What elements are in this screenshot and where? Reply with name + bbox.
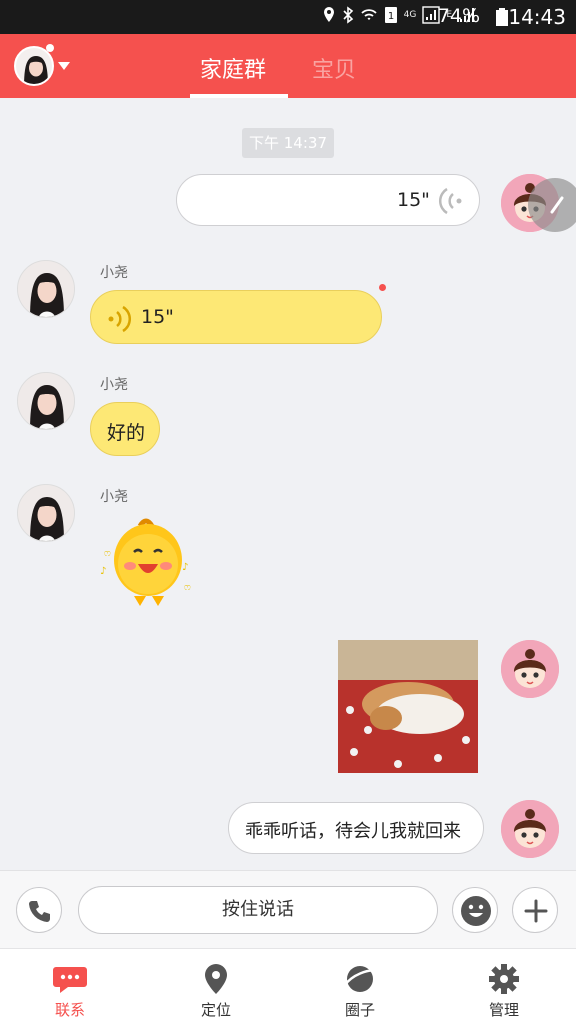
sender-name: 小尧 — [100, 265, 128, 281]
gear-icon — [489, 964, 519, 994]
plus-button[interactable] — [512, 887, 558, 933]
svg-text:ෆ: ෆ — [104, 548, 111, 559]
nav-label: 管理 — [488, 1001, 519, 1019]
yellow-chick-sticker-icon[interactable]: ෆ ♪ ♪ ෆ — [94, 514, 198, 614]
nav-label: 定位 — [200, 1001, 231, 1019]
sender-name: 小尧 — [100, 377, 128, 393]
message-text: 乖乖听话，待会儿我就回来 — [245, 821, 461, 842]
bottom-nav: 联系 定位 圈子 管理 — [0, 948, 576, 1024]
nav-item-circle[interactable]: 圈子 — [310, 949, 410, 1024]
voice-message-bubble[interactable]: 15" — [90, 290, 382, 344]
emoji-icon — [461, 896, 491, 926]
voice-wave-icon — [108, 305, 132, 333]
girl-avatar[interactable] — [17, 260, 75, 318]
floating-button-icon — [550, 196, 564, 214]
girl-avatar-icon — [18, 373, 74, 429]
girl-avatar-icon — [18, 261, 74, 317]
svg-text:♪: ♪ — [182, 562, 188, 573]
location-icon — [323, 7, 334, 22]
battery-percent: 74% — [437, 5, 480, 27]
clock: 14:43 — [508, 5, 566, 29]
plus-icon — [524, 899, 548, 923]
status-bar: 1 4G E 74% 14:43 — [0, 0, 576, 34]
doll-avatar-icon — [501, 800, 559, 858]
tab-baby[interactable]: 宝贝 — [312, 52, 356, 84]
tab-family-group[interactable]: 家庭群 — [200, 52, 266, 84]
nav-item-manage[interactable]: 管理 — [454, 949, 554, 1024]
hold-to-talk-button[interactable]: 按住说话 — [78, 886, 438, 934]
emoji-button[interactable] — [452, 887, 498, 933]
user-avatar[interactable] — [14, 46, 54, 86]
sim-icon: 1 — [384, 7, 397, 23]
text-message-bubble[interactable]: 好的 — [90, 402, 160, 456]
bluetooth-icon — [343, 6, 353, 24]
svg-text:♪: ♪ — [100, 566, 106, 577]
battery-icon — [496, 8, 508, 26]
sender-name: 小尧 — [100, 489, 128, 505]
chevron-down-icon[interactable] — [58, 62, 70, 70]
girl-avatar[interactable] — [17, 372, 75, 430]
girl-avatar[interactable] — [17, 484, 75, 542]
doll-avatar[interactable] — [501, 640, 559, 698]
text-message-bubble[interactable]: 乖乖听话，待会儿我就回来 — [228, 802, 484, 854]
voice-duration: 15" — [141, 306, 174, 328]
doll-avatar-icon — [501, 640, 559, 698]
floating-assistant-button[interactable] — [528, 178, 576, 232]
wifi-icon — [360, 9, 377, 20]
sleeping-dogs-photo[interactable] — [338, 640, 478, 773]
voice-message-bubble[interactable]: 15" — [176, 174, 480, 226]
location-pin-icon — [205, 964, 227, 994]
nav-item-contacts[interactable]: 联系 — [20, 949, 120, 1024]
voice-duration: 15" — [397, 189, 430, 211]
svg-text:1: 1 — [387, 11, 393, 22]
message-text: 好的 — [107, 422, 146, 444]
nav-item-location[interactable]: 定位 — [166, 949, 266, 1024]
planet-icon — [343, 966, 377, 992]
svg-text:ෆ: ෆ — [184, 582, 191, 593]
top-header: 家庭群 宝贝 — [0, 34, 576, 98]
unread-dot — [379, 284, 386, 291]
photo-image — [338, 640, 478, 773]
chat-timestamp: 下午 14:37 — [242, 128, 334, 158]
chat-icon — [53, 967, 87, 993]
girl-avatar-icon — [18, 485, 74, 541]
voice-wave-icon — [438, 187, 462, 215]
doll-avatar[interactable] — [501, 800, 559, 858]
network-type: 4G — [403, 10, 417, 20]
active-tab-indicator — [190, 94, 288, 98]
phone-button[interactable] — [16, 887, 62, 933]
nav-label: 联系 — [54, 1001, 85, 1019]
phone-icon — [29, 901, 50, 922]
nav-label: 圈子 — [344, 1001, 375, 1019]
girl-avatar-icon — [16, 48, 52, 84]
input-bar: 按住说话 — [0, 870, 576, 948]
notification-dot — [46, 44, 54, 52]
